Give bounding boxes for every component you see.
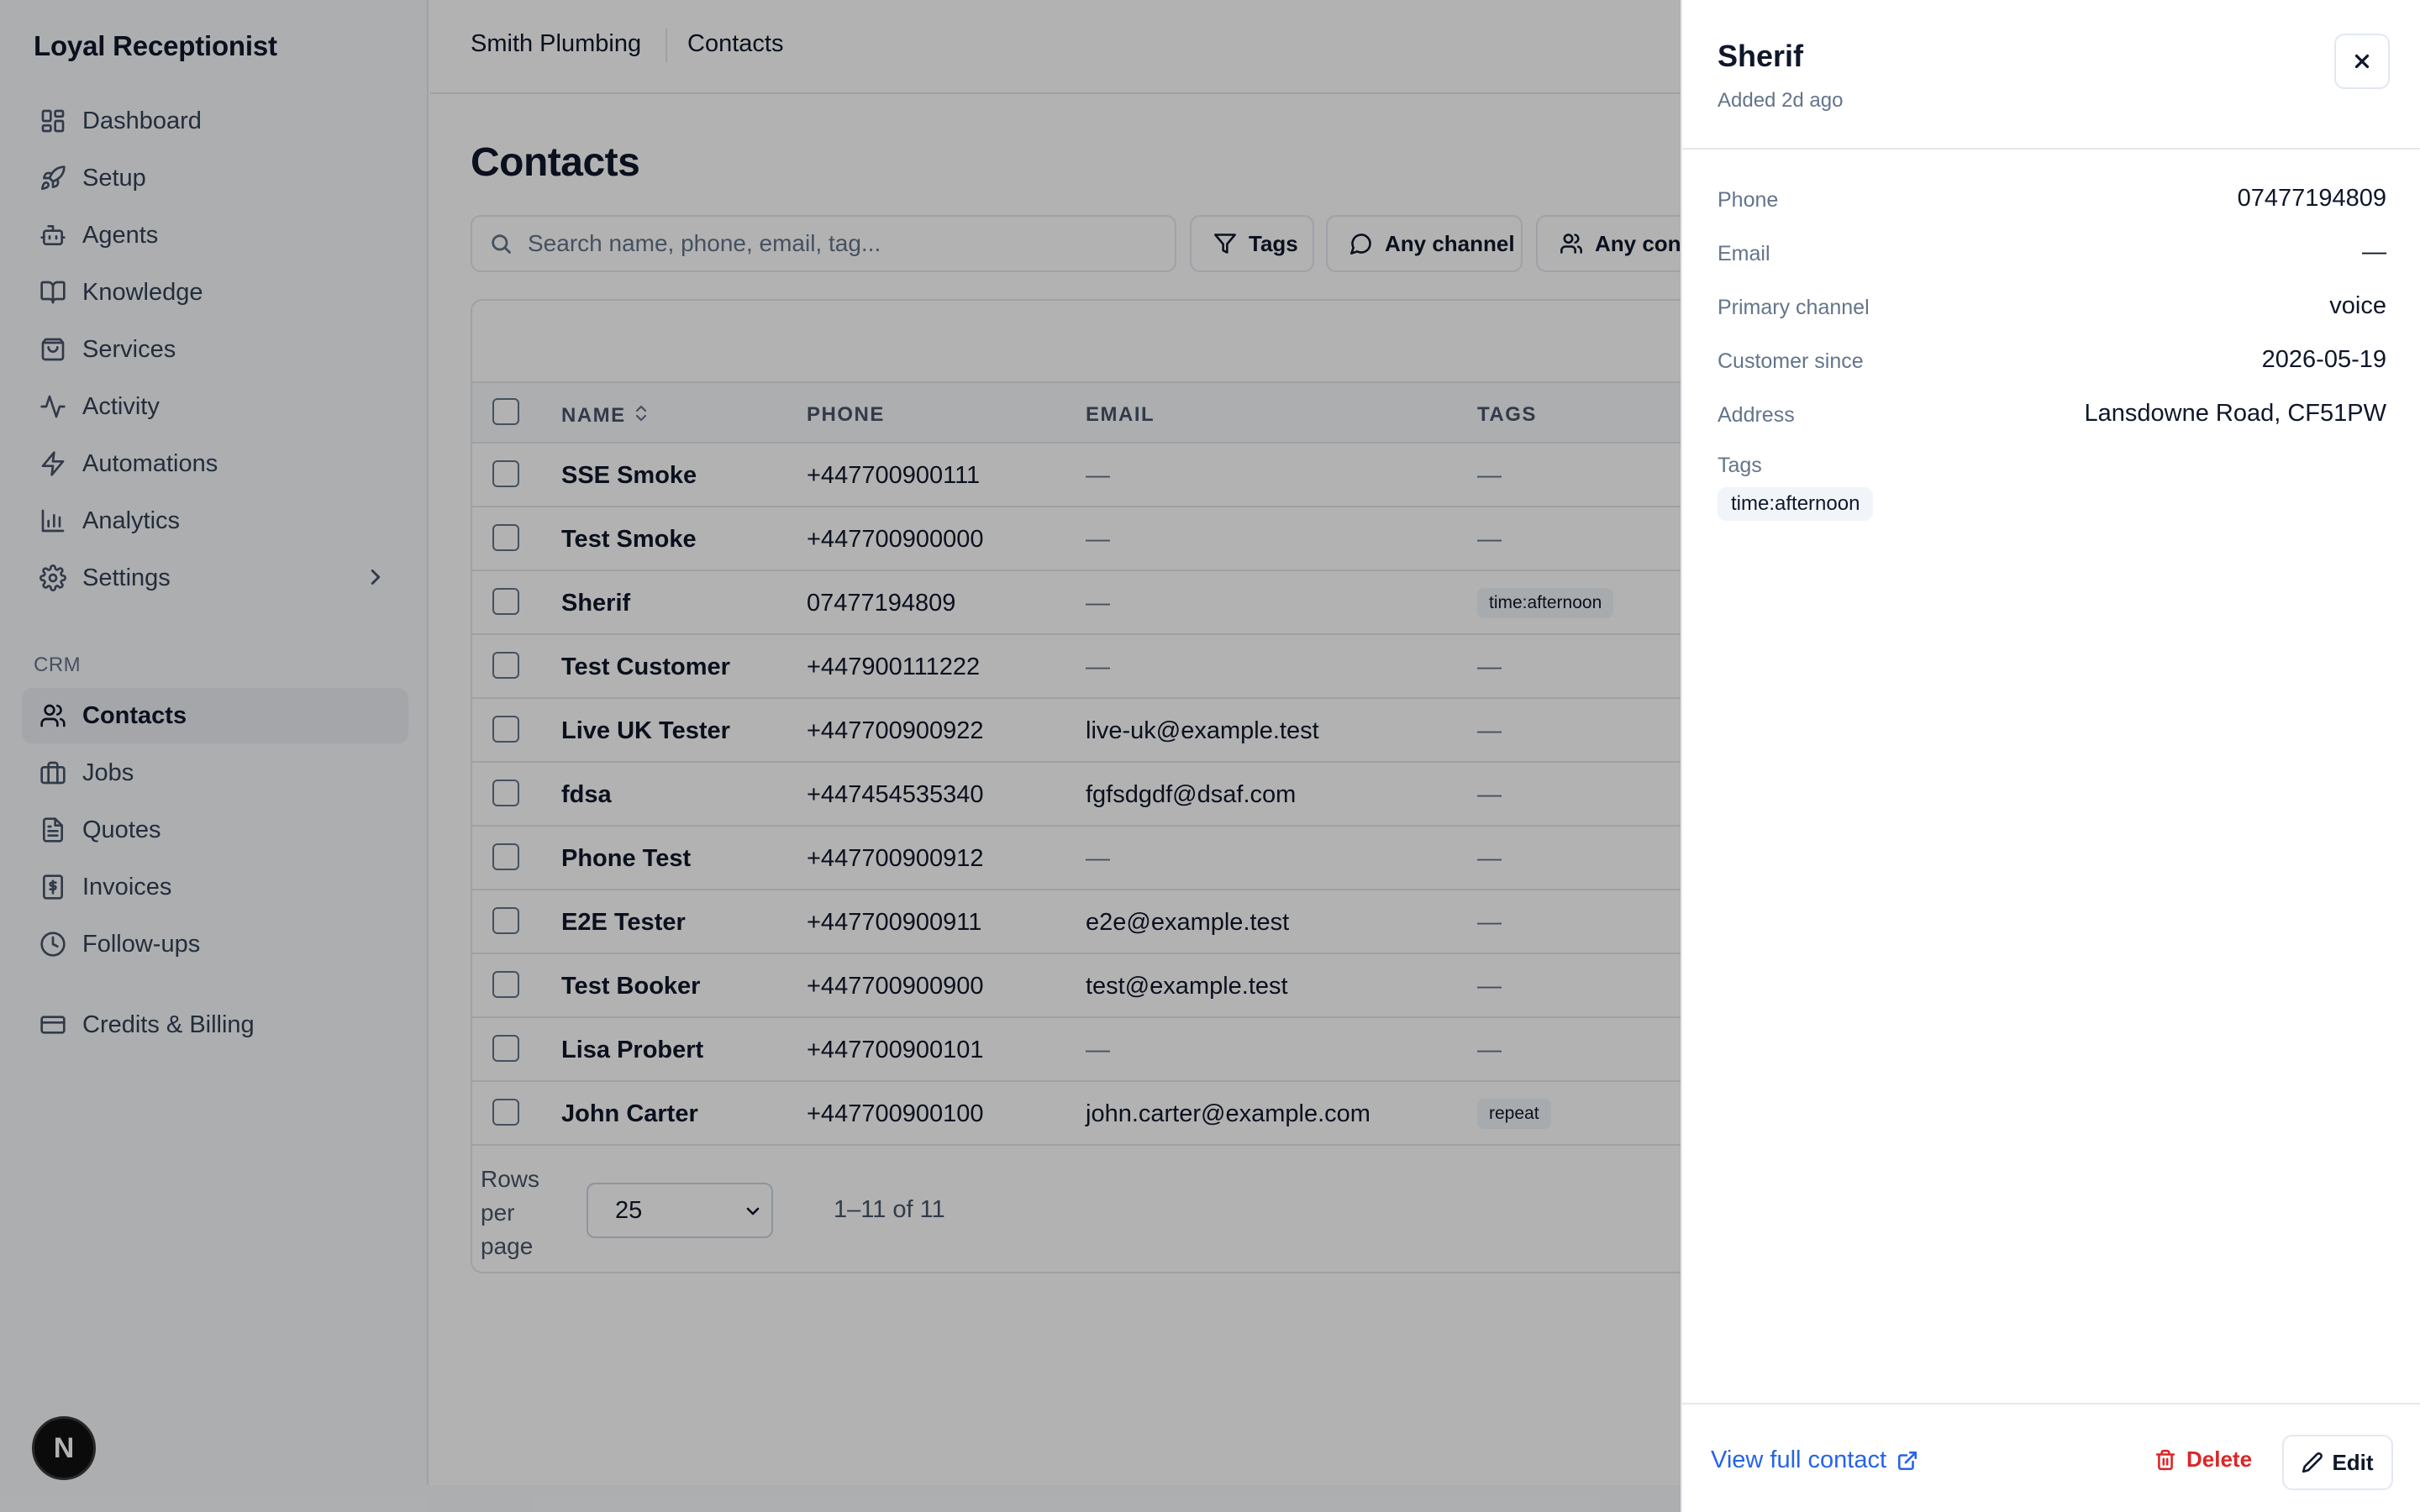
modal-backdrop[interactable] bbox=[0, 0, 1681, 1512]
field-label-customer-since: Customer since bbox=[1718, 349, 1864, 373]
contact-drawer: Sherif Added 2d ago Phone 07477194809 Em… bbox=[1681, 0, 2420, 1512]
drawer-subtitle: Added 2d ago bbox=[1718, 89, 1844, 112]
field-label-phone: Phone bbox=[1718, 188, 1779, 212]
trash-icon bbox=[2155, 1449, 2175, 1470]
delete-label: Delete bbox=[2186, 1446, 2253, 1472]
drawer-title: Sherif bbox=[1718, 39, 1804, 73]
drawer-footer: View full contact Delete Edit bbox=[1682, 1403, 2420, 1512]
pencil-icon bbox=[2302, 1452, 2323, 1473]
field-label-address: Address bbox=[1718, 403, 1795, 427]
field-value-channel: voice bbox=[2329, 292, 2386, 319]
field-value-customer-since: 2026-05-19 bbox=[2261, 346, 2386, 373]
field-label-tags: Tags bbox=[1718, 454, 1762, 477]
field-value-phone: 07477194809 bbox=[2237, 185, 2386, 212]
view-full-contact-label: View full contact bbox=[1711, 1446, 1887, 1473]
close-button[interactable] bbox=[2334, 34, 2390, 89]
field-value-address: Lansdowne Road, CF51PW bbox=[2084, 400, 2386, 427]
field-label-email: Email bbox=[1718, 242, 1770, 265]
edit-button[interactable]: Edit bbox=[2282, 1435, 2393, 1490]
field-value-email: — bbox=[2362, 239, 2386, 265]
edit-label: Edit bbox=[2332, 1449, 2374, 1475]
external-link-icon bbox=[1897, 1451, 1918, 1470]
field-label-channel: Primary channel bbox=[1718, 296, 1870, 319]
drawer-divider bbox=[1682, 148, 2420, 150]
view-full-contact-link[interactable]: View full contact bbox=[1711, 1446, 1918, 1474]
close-icon bbox=[2354, 54, 2370, 69]
delete-button[interactable]: Delete bbox=[2154, 1446, 2252, 1473]
tag-badge: time:afternoon bbox=[1718, 487, 1874, 521]
